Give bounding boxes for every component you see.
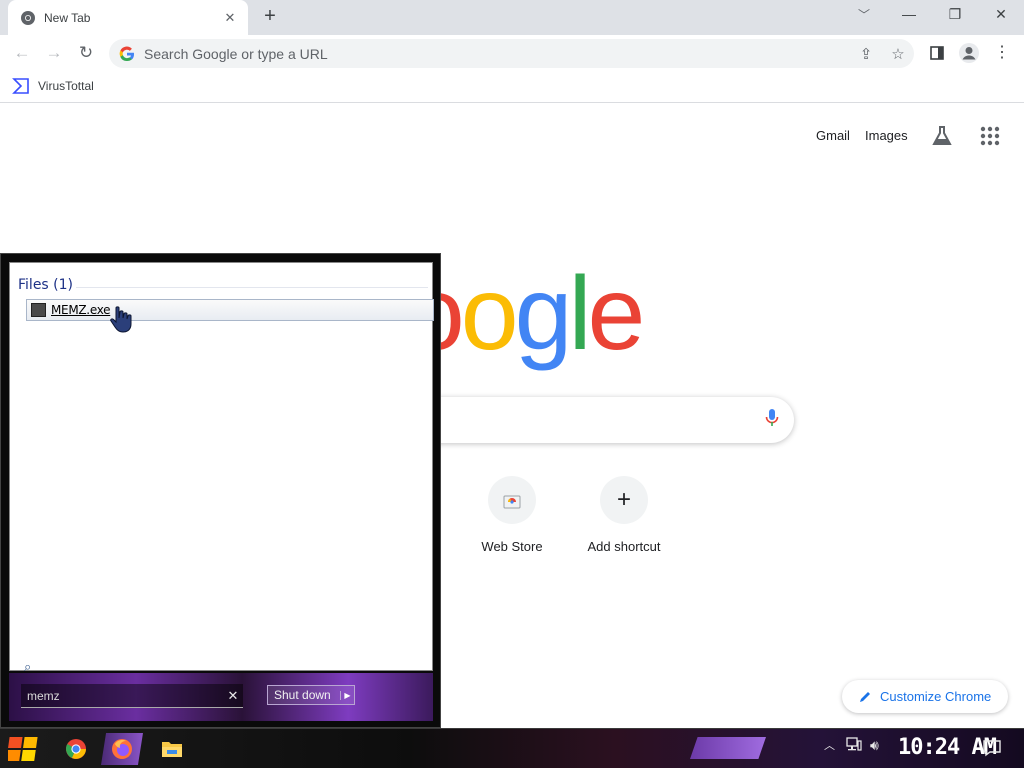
taskbar-file-explorer-button[interactable] [151,733,193,765]
google-logo-letter: l [568,256,591,372]
new-tab-button[interactable]: + [258,5,282,29]
forward-button[interactable]: → [41,40,67,66]
desktop-screen: New Tab ✕ + ﹀ — ❐ ✕ ← → ↻ Search Google … [0,0,1024,768]
executable-icon [31,303,46,317]
google-logo-letter: e [587,256,646,372]
heading-divider [76,287,428,288]
chrome-icon [66,739,86,759]
shortcut-add[interactable]: + Add shortcut [568,476,680,554]
close-window-button[interactable]: ✕ [978,0,1024,30]
google-g-icon [119,46,134,61]
start-search-input[interactable]: memz ✕ [21,684,243,708]
images-link[interactable]: Images [865,128,908,143]
web-store-icon [503,495,521,509]
shutdown-label: Shut down [274,688,331,702]
search-result-memz[interactable]: MEMZ.exe [26,299,434,321]
show-hidden-icons-chevron-icon[interactable]: ︿ [824,737,835,753]
gmail-link[interactable]: Gmail [816,128,850,143]
action-center-notification-icon[interactable] [982,738,1002,758]
profile-avatar-icon[interactable] [956,40,982,66]
tab-strip: New Tab ✕ + ﹀ — ❐ ✕ [0,0,1024,35]
customize-chrome-label: Customize Chrome [880,689,992,704]
bookmark-star-icon[interactable]: ☆ [882,45,914,63]
shortcut-web-store[interactable]: Web Store [456,476,568,554]
back-button[interactable]: ← [9,40,35,66]
google-logo-letters: oogle [407,256,646,372]
search-result-label: MEMZ.exe [51,303,111,317]
google-apps-grid-icon[interactable] [978,124,1002,148]
taskbar-theme-decoration [690,737,766,759]
reload-button[interactable]: ↻ [73,40,99,66]
start-button-icon[interactable] [8,734,40,764]
firefox-icon [112,739,132,759]
share-icon[interactable]: ⇪ [850,45,882,63]
hand-cursor-icon [110,306,132,333]
address-bar[interactable]: Search Google or type a URL ⇪ ☆ [109,39,914,68]
labs-flask-icon[interactable] [930,124,954,148]
bookmark-label: VirusTottal [38,79,94,93]
files-section-heading[interactable]: Files (1) [18,277,73,293]
taskbar-firefox-button[interactable] [101,733,143,765]
minimize-button[interactable]: — [886,0,932,30]
bookmarks-bar: VirusTottal [0,71,1024,103]
tab-title: New Tab [44,10,91,25]
start-menu-footer: memz ✕ Shut down ▶ [9,673,433,721]
shutdown-options-arrow-icon[interactable]: ▶ [340,690,354,700]
volume-icon[interactable]: 🔊︎ [870,737,879,754]
side-panel-icon[interactable] [924,40,950,66]
start-search-value: memz [27,688,60,703]
tab-new-tab[interactable]: New Tab ✕ [8,0,248,35]
shortcut-tile [488,476,536,524]
add-shortcut-plus-icon: + [600,476,648,524]
restore-button[interactable]: ❐ [932,0,978,30]
start-menu: Files (1) MEMZ.exe ⌕ memz ✕ Shut down ▶ [0,253,441,728]
shortcut-label: Add shortcut [587,539,661,554]
google-logo-letter: o [460,256,519,372]
pencil-icon [860,691,870,702]
google-logo-letter: g [514,256,573,372]
browser-toolbar: ← → ↻ Search Google or type a URL ⇪ ☆ ⋮ [0,35,1024,71]
address-placeholder: Search Google or type a URL [144,45,328,62]
voice-search-mic-icon[interactable] [750,408,794,433]
taskbar: ︿ 🔊︎ 10:24 AM [0,728,1024,768]
chrome-favicon-icon [21,10,35,25]
chrome-menu-icon[interactable]: ⋮ [989,40,1015,66]
customize-chrome-button[interactable]: Customize Chrome [842,680,1008,713]
tab-close-icon[interactable]: ✕ [222,10,238,26]
file-explorer-icon [162,742,182,757]
shortcut-label: Web Store [481,539,543,554]
tab-search-chevron-icon[interactable]: ﹀ [854,5,874,25]
start-search-results: Files (1) MEMZ.exe ⌕ [9,262,434,674]
bookmark-virustotal[interactable]: VirusTottal [12,77,94,95]
virustotal-icon [12,78,29,94]
clear-search-icon[interactable]: ✕ [223,688,243,704]
taskbar-chrome-button[interactable] [55,733,97,765]
shutdown-button[interactable]: Shut down ▶ [267,685,355,705]
network-icon[interactable] [846,737,862,754]
